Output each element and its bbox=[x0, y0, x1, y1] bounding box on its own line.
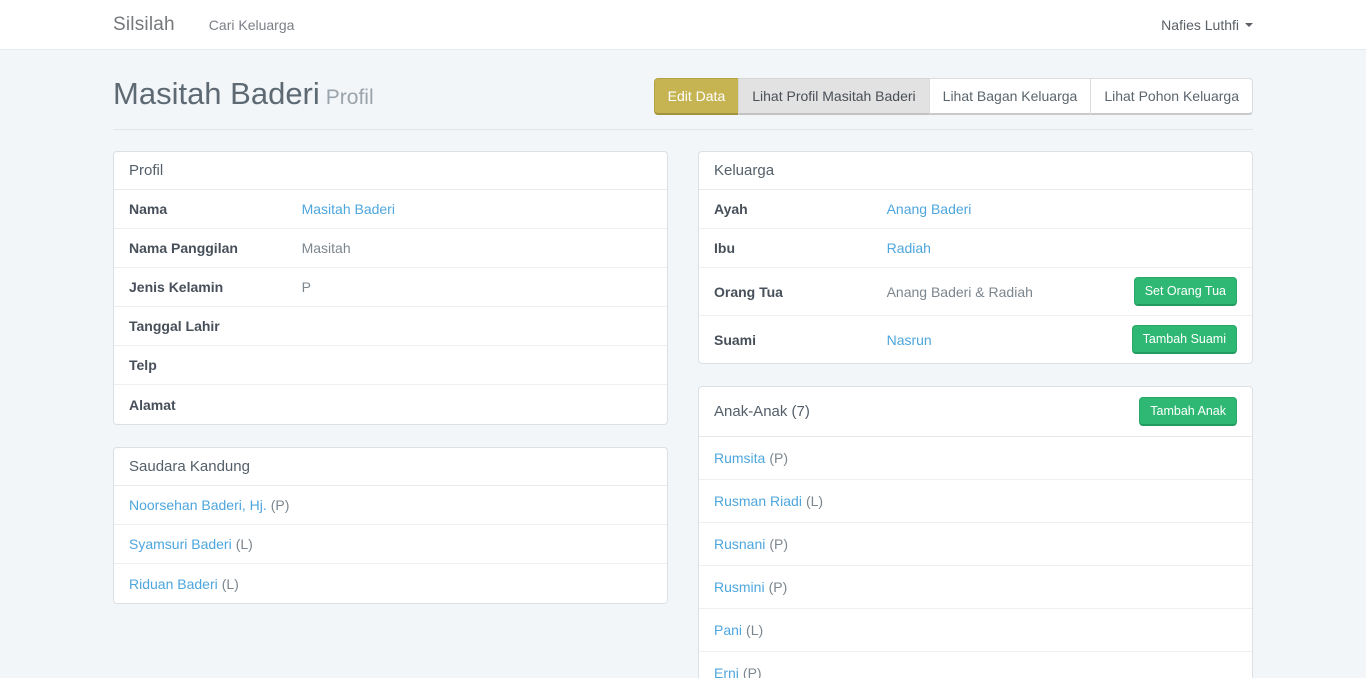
ayah-link[interactable]: Anang Baderi bbox=[887, 201, 972, 217]
child-link[interactable]: Rumsita bbox=[714, 450, 765, 466]
gender-label: (P) bbox=[769, 579, 788, 595]
gender-label: (L) bbox=[236, 536, 253, 552]
anak-anak-panel: Anak-Anak (7) Tambah Anak Rumsita(P) Rus… bbox=[698, 386, 1253, 678]
lihat-bagan-button[interactable]: Lihat Bagan Keluarga bbox=[929, 78, 1092, 115]
gender-label: (L) bbox=[222, 576, 239, 592]
row-label: Ibu bbox=[714, 240, 887, 256]
sibling-link[interactable]: Riduan Baderi bbox=[129, 576, 218, 592]
list-item: Rusman Riadi(L) bbox=[699, 480, 1252, 523]
row-label: Nama Panggilan bbox=[129, 240, 302, 256]
row-label: Orang Tua bbox=[714, 284, 887, 300]
row-label: Nama bbox=[129, 201, 302, 217]
top-navbar: Silsilah Cari Keluarga Nafies Luthfi bbox=[0, 0, 1366, 50]
saudara-kandung-panel: Saudara Kandung Noorsehan Baderi, Hj.(P)… bbox=[113, 447, 668, 604]
table-row: Alamat bbox=[114, 385, 667, 424]
suami-link[interactable]: Nasrun bbox=[887, 332, 932, 348]
table-row: Ayah Anang Baderi bbox=[699, 190, 1252, 229]
table-row: Ibu Radiah bbox=[699, 229, 1252, 268]
person-name: Masitah Baderi bbox=[113, 76, 320, 111]
list-item: Noorsehan Baderi, Hj.(P) bbox=[114, 486, 667, 525]
list-item: Rumsita(P) bbox=[699, 437, 1252, 480]
nav-link-cari-keluarga[interactable]: Cari Keluarga bbox=[209, 17, 295, 33]
child-link[interactable]: Rusnani bbox=[714, 536, 765, 552]
page-title: Masitah Baderi Profil bbox=[113, 76, 374, 116]
row-value: P bbox=[302, 279, 652, 295]
anak-panel-title: Anak-Anak (7) bbox=[714, 403, 810, 420]
row-label: Telp bbox=[129, 357, 302, 373]
list-item: Pani(L) bbox=[699, 609, 1252, 652]
sibling-link[interactable]: Syamsuri Baderi bbox=[129, 536, 232, 552]
table-row: Nama Masitah Baderi bbox=[114, 190, 667, 229]
child-link[interactable]: Pani bbox=[714, 622, 742, 638]
table-row: Tanggal Lahir bbox=[114, 307, 667, 346]
keluarga-panel: Keluarga Ayah Anang Baderi Ibu Radiah Or… bbox=[698, 151, 1253, 364]
caret-down-icon bbox=[1245, 23, 1253, 27]
gender-label: (L) bbox=[746, 622, 763, 638]
table-row: Suami Nasrun Tambah Suami bbox=[699, 316, 1252, 363]
keluarga-panel-title: Keluarga bbox=[699, 152, 1252, 190]
user-name: Nafies Luthfi bbox=[1161, 17, 1239, 33]
child-link[interactable]: Rusmini bbox=[714, 579, 765, 595]
row-label: Jenis Kelamin bbox=[129, 279, 302, 295]
row-label: Suami bbox=[714, 332, 887, 348]
tambah-anak-button[interactable]: Tambah Anak bbox=[1139, 397, 1237, 426]
gender-label: (P) bbox=[769, 536, 788, 552]
table-row: Jenis Kelamin P bbox=[114, 268, 667, 307]
row-label: Alamat bbox=[129, 397, 302, 413]
list-item: Rusnani(P) bbox=[699, 523, 1252, 566]
gender-label: (P) bbox=[743, 665, 762, 678]
list-item: Erni (P) bbox=[699, 652, 1252, 678]
lihat-profil-button[interactable]: Lihat Profil Masitah Baderi bbox=[738, 78, 929, 115]
row-value: Masitah bbox=[302, 240, 652, 256]
profil-panel-title: Profil bbox=[114, 152, 667, 190]
profil-panel: Profil Nama Masitah Baderi Nama Panggila… bbox=[113, 151, 668, 425]
row-label: Tanggal Lahir bbox=[129, 318, 302, 334]
header-divider bbox=[113, 129, 1253, 130]
saudara-panel-title: Saudara Kandung bbox=[114, 448, 667, 486]
tambah-suami-button[interactable]: Tambah Suami bbox=[1132, 325, 1237, 354]
set-orang-tua-button[interactable]: Set Orang Tua bbox=[1134, 277, 1237, 306]
ibu-link[interactable]: Radiah bbox=[887, 240, 931, 256]
table-row: Nama Panggilan Masitah bbox=[114, 229, 667, 268]
gender-label: (P) bbox=[271, 497, 290, 513]
page-subtitle: Profil bbox=[326, 86, 374, 109]
child-link[interactable]: Erni bbox=[714, 665, 739, 678]
list-item: Rusmini(P) bbox=[699, 566, 1252, 609]
table-row: Orang Tua Anang Baderi & Radiah Set Oran… bbox=[699, 268, 1252, 316]
row-value: Anang Baderi & Radiah bbox=[887, 284, 1134, 300]
sibling-link[interactable]: Noorsehan Baderi, Hj. bbox=[129, 497, 267, 513]
gender-label: (P) bbox=[769, 450, 788, 466]
brand-link[interactable]: Silsilah bbox=[113, 14, 175, 36]
page-header: Masitah Baderi Profil Edit Data Lihat Pro… bbox=[113, 76, 1253, 116]
nama-link[interactable]: Masitah Baderi bbox=[302, 201, 395, 217]
gender-label: (L) bbox=[806, 493, 823, 509]
child-link[interactable]: Rusman Riadi bbox=[714, 493, 802, 509]
profile-action-group: Edit Data Lihat Profil Masitah Baderi Li… bbox=[654, 78, 1253, 115]
user-dropdown[interactable]: Nafies Luthfi bbox=[1161, 17, 1253, 33]
lihat-pohon-button[interactable]: Lihat Pohon Keluarga bbox=[1090, 78, 1253, 115]
table-row: Telp bbox=[114, 346, 667, 385]
list-item: Riduan Baderi(L) bbox=[114, 564, 667, 603]
edit-data-button[interactable]: Edit Data bbox=[654, 78, 740, 115]
list-item: Syamsuri Baderi(L) bbox=[114, 525, 667, 564]
row-label: Ayah bbox=[714, 201, 887, 217]
